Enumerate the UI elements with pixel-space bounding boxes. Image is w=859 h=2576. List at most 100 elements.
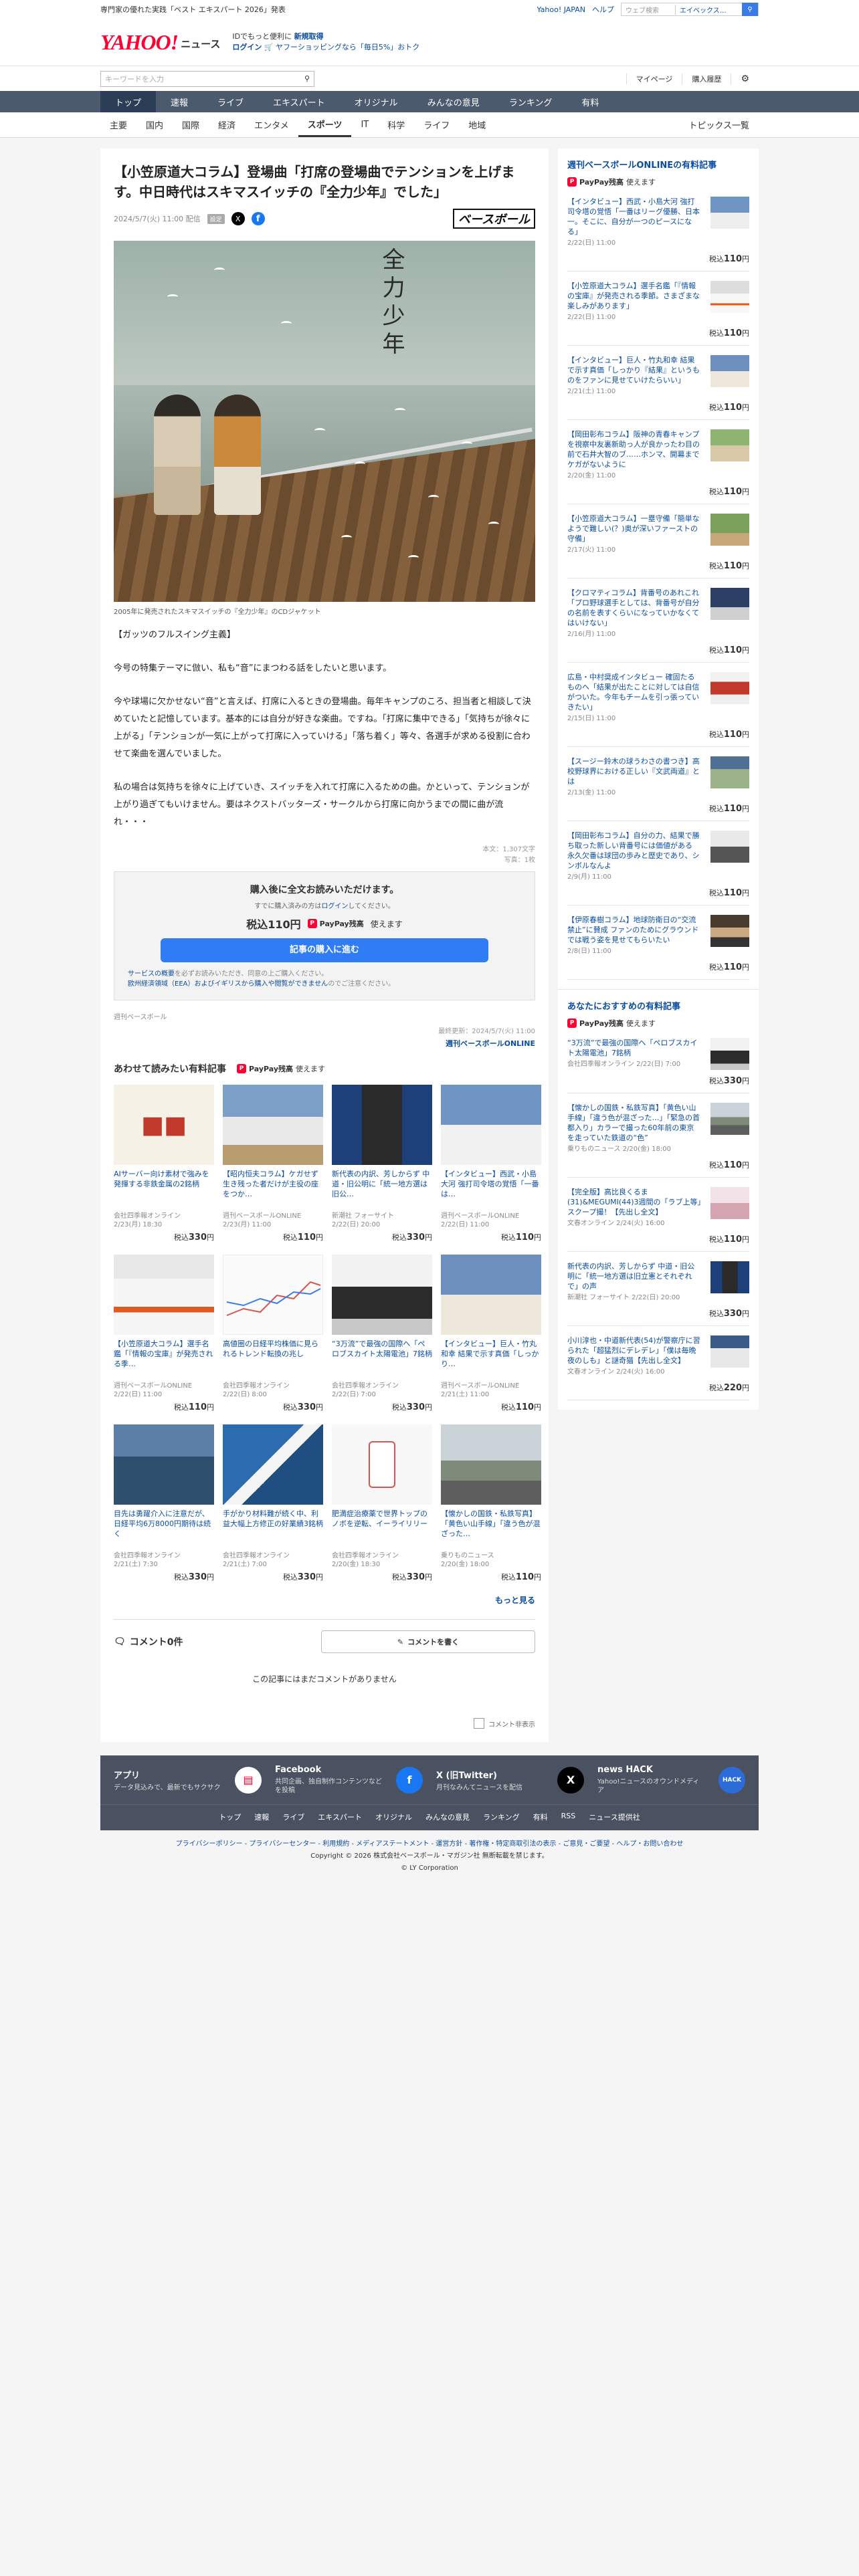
eea-notice-link[interactable]: 欧州経済領域（EEA）およびイギリスから購入や閲覧ができません — [128, 980, 328, 988]
nav-ranking[interactable]: ランキング — [494, 91, 567, 112]
footer-link-providers[interactable]: ニュース提供社 — [589, 1812, 640, 1822]
sidebar-item[interactable]: 【岡田彰布コラム】自分の力、結果で勝ち取った新しい背番号には価値がある 永久欠番… — [567, 821, 749, 905]
related-card[interactable]: 手がかり材料難が続く中、利益大幅上方修正の好業績3銘柄 会社四季報オンライン 2/… — [223, 1424, 323, 1582]
tab-economy[interactable]: 経済 — [209, 112, 245, 137]
related-card[interactable]: 目先は勇躍介入に注意だが、日経平均6万8000円期待は続く 会社四季報オンライン… — [114, 1424, 214, 1582]
footer-link-rss[interactable]: RSS — [561, 1812, 576, 1822]
sidebar-item[interactable]: 【インタビュー】巨人・竹丸和幸 結果で示す真価「しっかり『結果』というものをファ… — [567, 346, 749, 420]
config-badge[interactable]: 設定 — [207, 213, 225, 224]
footer-link-original[interactable]: オリジナル — [375, 1812, 412, 1822]
search-icon[interactable]: ⚲ — [742, 3, 758, 16]
related-card[interactable]: “3万流”で最強の国際へ「ペロブスカイト太陽電池」7銘柄 会社四季報オンライン 2… — [332, 1255, 432, 1412]
related-card[interactable]: 高値圏の日経平均株価に見られるトレンド転換の兆し 会社四季報オンライン 2/22(… — [223, 1255, 323, 1412]
mypage-link[interactable]: マイページ — [626, 73, 682, 84]
article-paragraph: 今や球場に欠かせない“音”と言えば、打席に入るときの登場曲。毎年キャンプのころ、… — [114, 697, 531, 759]
login-link[interactable]: ログイン — [232, 43, 262, 51]
keyword-search-input[interactable]: キーワードを入力 — [105, 74, 164, 84]
nav-top[interactable]: トップ — [100, 91, 157, 112]
footer-link-opinion[interactable]: みんなの意見 — [425, 1812, 470, 1822]
nav-live[interactable]: ライブ — [203, 91, 258, 112]
nav-expert[interactable]: エキスパート — [258, 91, 340, 112]
gull-icon — [281, 321, 292, 326]
tab-world[interactable]: 国際 — [173, 112, 209, 137]
sidebar-item-date: 乗りものニュース 2/20(金) 18:00 — [567, 1146, 671, 1153]
gull-icon — [395, 408, 405, 413]
gear-icon[interactable]: ⚙ — [731, 73, 759, 84]
legal-links[interactable]: プライバシーポリシー - プライバシーセンター - 利用規約 - メディアステー… — [0, 1838, 859, 1850]
help-link[interactable]: ヘルプ — [592, 4, 614, 15]
tab-it[interactable]: IT — [351, 112, 378, 137]
tab-domestic[interactable]: 国内 — [136, 112, 173, 137]
paywall-login-link[interactable]: ログイン — [321, 903, 348, 910]
footer-link-live[interactable]: ライブ — [282, 1812, 304, 1822]
facebook-share-icon[interactable]: f — [251, 212, 265, 225]
register-link[interactable]: 新規取得 — [294, 32, 324, 41]
related-card[interactable]: ■■ AIサーバー向け素材で強みを発揮する非鉄金属の2銘柄 会社四季報オンライン… — [114, 1085, 214, 1243]
footer-link-paid[interactable]: 有料 — [533, 1812, 548, 1822]
nav-original[interactable]: オリジナル — [340, 91, 413, 112]
purchase-history-link[interactable]: 購入履歴 — [682, 73, 731, 84]
sidebar-item[interactable]: 【完全版】高比良くるま(31)&MEGUMI(44)3週間の「ラブ上等」スクープ… — [567, 1178, 749, 1252]
sidebar-item[interactable]: 【岡田彰布コラム】阪神の青春キャンプを視察中友裏新助っ人が良かったわ目の前で石井… — [567, 420, 749, 504]
search-icon[interactable]: ⚲ — [304, 74, 310, 83]
nav-flash[interactable]: 速報 — [156, 91, 203, 112]
sidebar-item[interactable]: 小川淳也・中道新代表(54)が警察庁に習られた「超猛烈にデレデレ」「僕は毎晩夜の… — [567, 1326, 749, 1400]
tab-sports[interactable]: スポーツ — [298, 112, 352, 137]
gull-icon — [341, 535, 352, 540]
footer-link-expert[interactable]: エキスパート — [318, 1812, 362, 1822]
related-card[interactable]: 【昭内恒夫コラム】ケガせず生き残った者だけが主役の座をつか… 週刊ベースボールO… — [223, 1085, 323, 1243]
tab-science[interactable]: 科学 — [378, 112, 414, 137]
purchase-button[interactable]: 記事の購入に進む — [161, 938, 488, 962]
related-card[interactable]: 【インタビュー】巨人・竹丸和幸 結果で示す真価「しっかり… 週刊ベースボールON… — [441, 1255, 541, 1412]
write-comment-button[interactable]: ✎ コメントを書く — [321, 1630, 535, 1653]
sidebar-item[interactable]: 【インタビュー】西武・小島大河 強打司令塔の覚悟「一番はリーグ優勝、日本一。そこ… — [567, 187, 749, 272]
tab-main[interactable]: 主要 — [100, 112, 136, 137]
yahoo-news-logo[interactable]: YAHOO! ニュース — [100, 30, 220, 55]
article-title: 【小笠原道大コラム】登場曲「打席の登場曲でテンションを上げます。中日時代はスキマ… — [114, 164, 515, 200]
nav-paid[interactable]: 有料 — [567, 91, 613, 112]
footer-newshack-card[interactable]: news HACK Yahoo!ニュースのオウンドメディア HACK — [597, 1765, 745, 1795]
tab-life[interactable]: ライフ — [414, 112, 459, 137]
more-link[interactable]: もっと見る — [114, 1594, 535, 1606]
service-overview-link[interactable]: サービスの概要 — [128, 970, 175, 978]
footer-app-card[interactable]: アプリ データ見込みで、最新でもサクサク ▤ — [114, 1765, 262, 1795]
source-logo[interactable]: ベースボール — [452, 209, 535, 229]
sidebar-item[interactable]: 【小笠原道大コラム】一塁守備「簡単なようで難しい(？)奥が深いファーストの守備」… — [567, 504, 749, 578]
paypay-label: PayPay残高 — [249, 1065, 294, 1073]
sidebar-item[interactable]: “3万流”で最強の国際へ「ペロブスカイト太陽電池」7銘柄 会社四季報オンライン 2… — [567, 1029, 749, 1093]
x-share-icon[interactable]: X — [231, 212, 245, 225]
related-card[interactable]: 【小笠原道大コラム】選手名鑑「『情報の宝庫』が発売される季… 週刊ベースボールO… — [114, 1255, 214, 1412]
nav-opinion[interactable]: みんなの意見 — [413, 91, 494, 112]
sidebar-item[interactable]: 【小笠原道大コラム】選手名鑑「『情報の宝庫』が発売される季節。さまざまな楽しみが… — [567, 272, 749, 346]
related-card[interactable]: 新代表の内訳、芳しからず 中道・旧公明に「統一地方選は旧公… 新潮社 フォーサイ… — [332, 1085, 432, 1243]
newspaper-icon: ■■ — [140, 1111, 187, 1139]
related-card[interactable]: 【懐かしの国鉄・私鉄写真】「黄色い山手線」「違う色が混ざった… 乗りものニュース… — [441, 1424, 541, 1582]
footer-link-top[interactable]: トップ — [219, 1812, 241, 1822]
tab-region[interactable]: 地域 — [459, 112, 495, 137]
sidebar-item[interactable]: 【クロマティコラム】背番号のあれこれ「プロ野球選手としては、背番号が自分の名前を… — [567, 578, 749, 663]
top-notice[interactable]: 専門家の優れた実践「ベスト エキスパート 2026」発表 — [100, 4, 286, 15]
footer-link-ranking[interactable]: ランキング — [483, 1812, 520, 1822]
tab-entertainment[interactable]: エンタメ — [245, 112, 298, 137]
footer-x-card[interactable]: X (旧Twitter) 月刊なみんてニュースを配信 X — [436, 1765, 584, 1795]
hero-image[interactable]: 全力少年 — [114, 241, 535, 602]
search-scope-select[interactable]: エイベックス… — [675, 4, 742, 15]
footer-link-flash[interactable]: 速報 — [254, 1812, 269, 1822]
yahoo-japan-link[interactable]: Yahoo! JAPAN — [537, 5, 585, 14]
sidebar-item[interactable]: 新代表の内訳、芳しからず 中道・旧公明に「統一地方選は旧立憲とそれぞれで」の声新… — [567, 1252, 749, 1326]
hide-comments-checkbox[interactable] — [474, 1718, 484, 1729]
sidebar-heading[interactable]: 週刊ベースボールONLINEの有料記事 — [567, 158, 749, 171]
source-link[interactable]: 週刊ベースボールONLINE — [114, 1038, 535, 1049]
sidebar-item[interactable]: 【伊原春樹コラム】地球防衛日の“交流禁止”に賛成 ファンのためにグラウンドでは戦… — [567, 905, 749, 980]
web-search-input[interactable]: ウェブ検索 — [622, 5, 675, 15]
sidebar-item[interactable]: 広島・中村奨成インタビュー 確固たるものへ「結果が出たことに対しては自信がついた… — [567, 663, 749, 747]
sidebar-item[interactable]: 【スージー鈴木の球うわさの書つき】高校野球界における正しい『文武両道』とは 2/1… — [567, 747, 749, 821]
card-price: 330 — [188, 1232, 207, 1243]
shopping-promo[interactable]: ヤフーショッピングなら「毎日5%」おトク — [276, 43, 419, 51]
sidebar-item[interactable]: 【懐かしの国鉄・私鉄写真】「黄色い山手線」「違う色が混ざった…」「緊急の首都入り… — [567, 1093, 749, 1178]
related-card[interactable]: 【インタビュー】西武・小島大河 強打司令塔の覚悟「一番は… 週刊ベースボールON… — [441, 1085, 541, 1243]
footer-facebook-card[interactable]: Facebook 共同企画、独自制作コンテンツなどを投稿 f — [275, 1765, 423, 1795]
related-card[interactable]: 肥満症治療薬で世界トップのノボを逆転、イーライリリー 会社四季報オンライン 2/2… — [332, 1424, 432, 1582]
topics-list-link[interactable]: トピックス一覧 — [679, 112, 759, 137]
sidebar-item-date: 2/21(土) 11:00 — [567, 388, 616, 395]
